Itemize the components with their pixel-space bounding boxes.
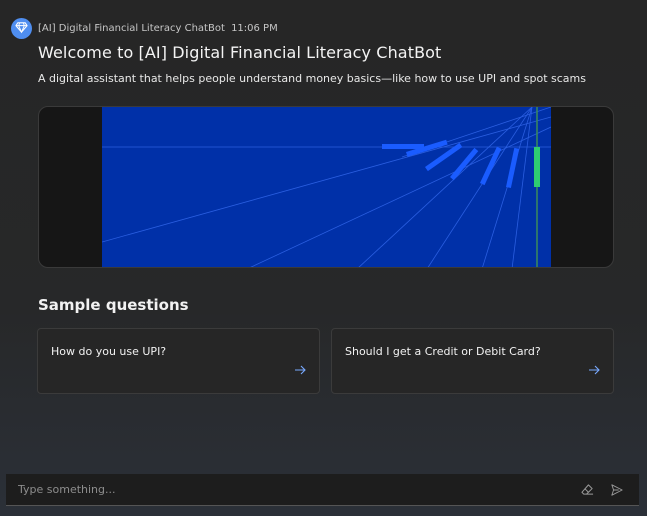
welcome-subtitle: A digital assistant that helps people un… xyxy=(38,72,586,85)
bot-name: [AI] Digital Financial Literacy ChatBot xyxy=(38,23,225,34)
diamond-icon xyxy=(15,19,28,38)
message-input[interactable] xyxy=(6,474,579,505)
bot-avatar xyxy=(11,18,32,39)
eraser-icon[interactable] xyxy=(579,482,595,498)
send-icon[interactable] xyxy=(609,482,625,498)
arrow-right-icon xyxy=(294,360,306,379)
message-meta: [AI] Digital Financial Literacy ChatBot … xyxy=(38,23,278,34)
arrow-right-icon xyxy=(588,360,600,379)
chat-composer xyxy=(6,474,639,506)
sample-question-label: Should I get a Credit or Debit Card? xyxy=(345,345,541,358)
message-time: 11:06 PM xyxy=(231,23,278,34)
sample-questions-title: Sample questions xyxy=(38,296,189,314)
welcome-title: Welcome to [AI] Digital Financial Litera… xyxy=(38,43,442,62)
sample-question-card[interactable]: Should I get a Credit or Debit Card? xyxy=(331,328,614,394)
hero-banner xyxy=(38,106,614,268)
message-header: [AI] Digital Financial Literacy ChatBot … xyxy=(11,18,278,39)
sample-question-label: How do you use UPI? xyxy=(51,345,167,358)
hero-illustration xyxy=(102,107,551,267)
sample-question-card[interactable]: How do you use UPI? xyxy=(37,328,320,394)
